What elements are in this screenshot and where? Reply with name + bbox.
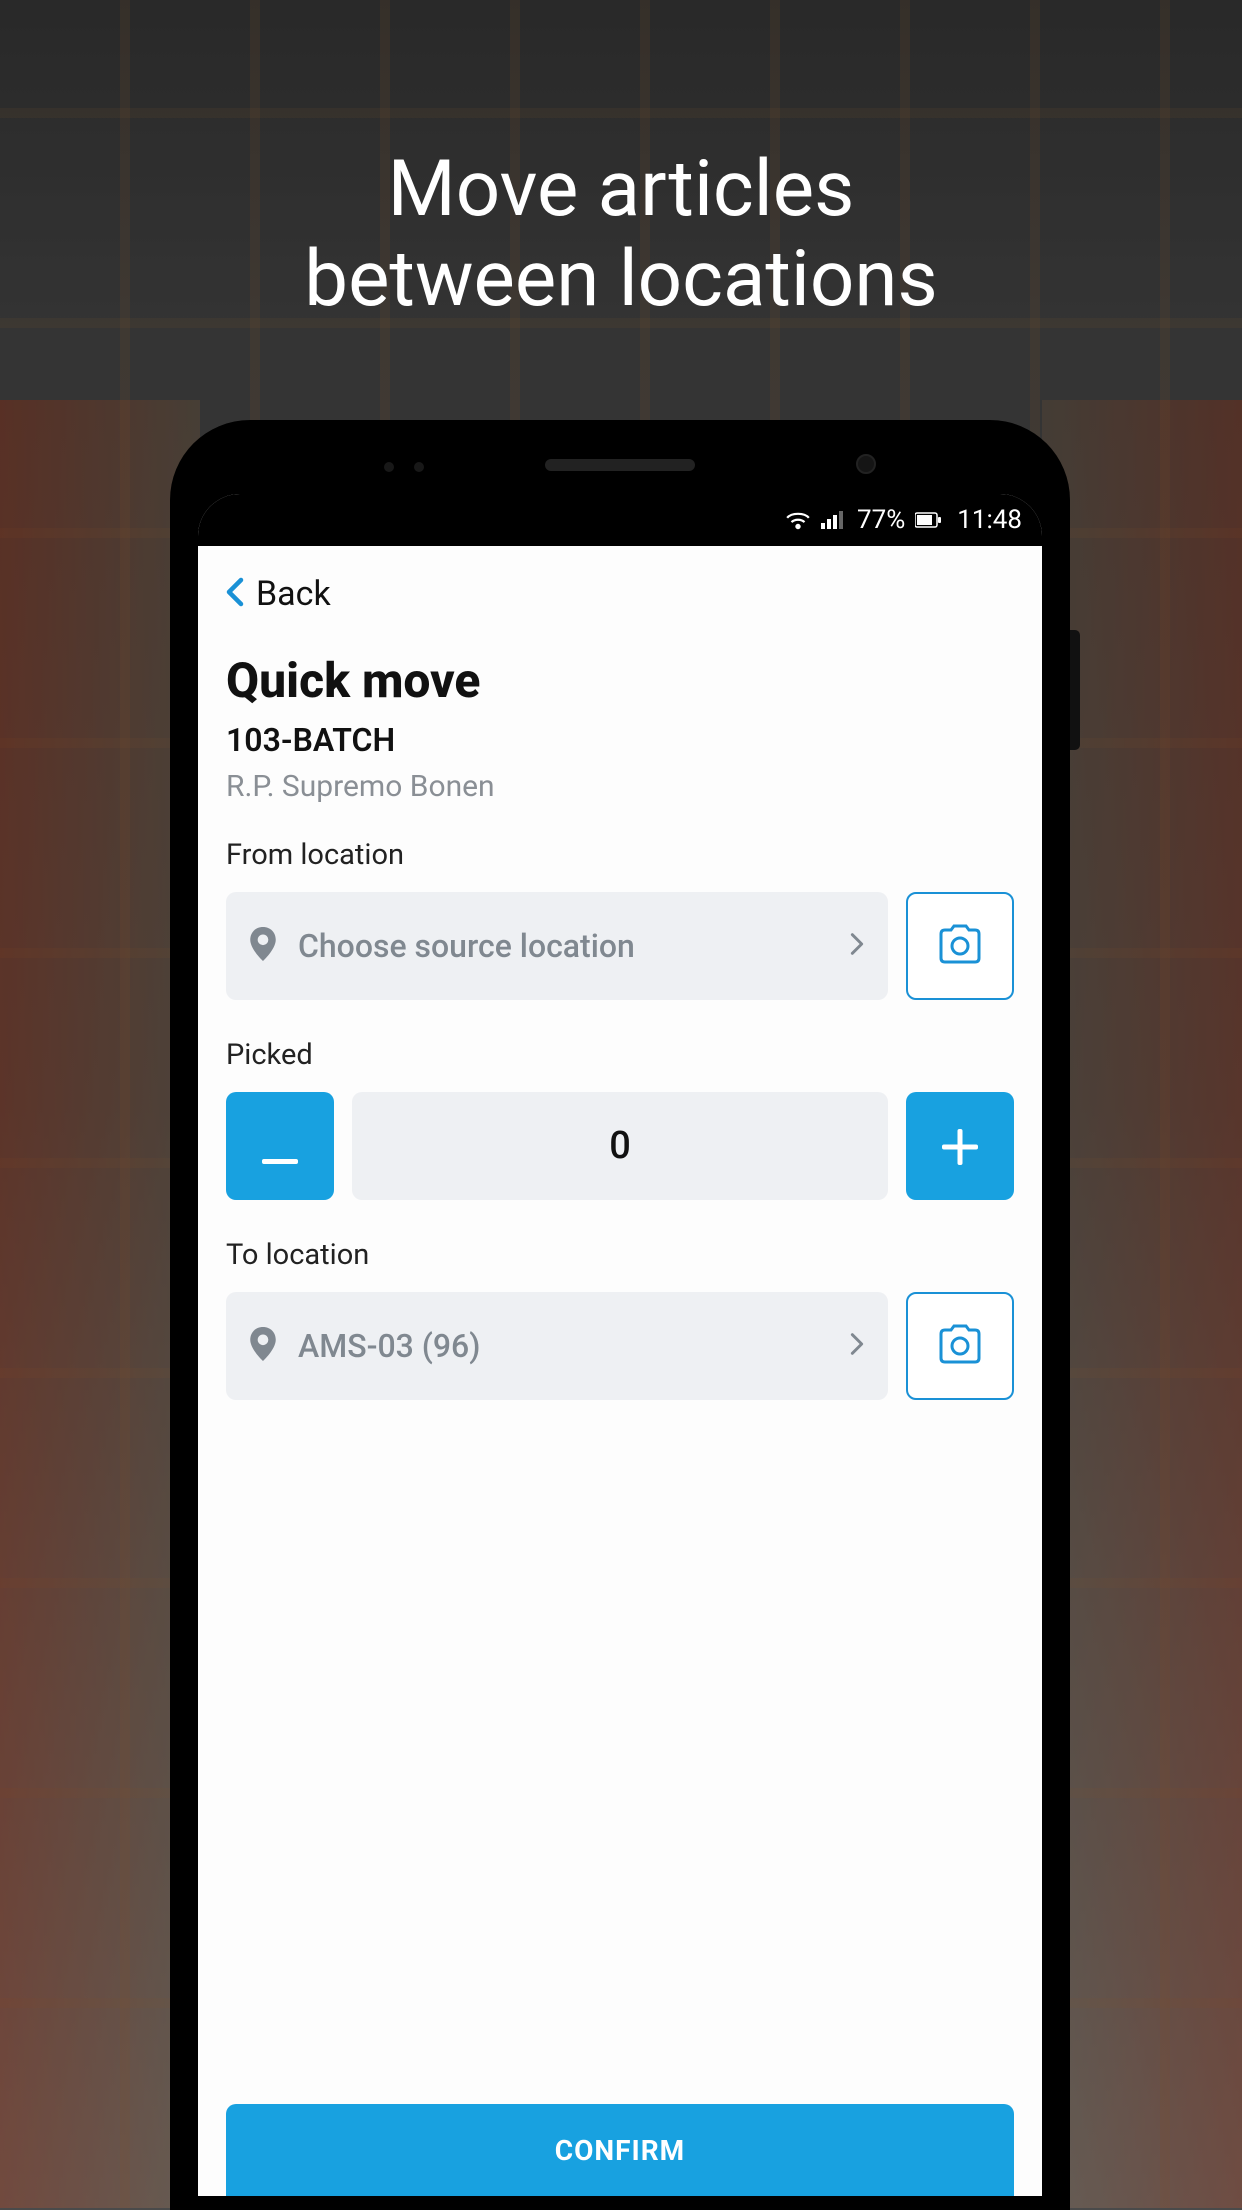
- battery-icon: [915, 512, 941, 528]
- to-location-value: AMS-03 (96): [298, 1327, 850, 1365]
- minus-icon: [262, 1113, 298, 1179]
- picked-label: Picked: [226, 1038, 1014, 1072]
- decrement-button[interactable]: [226, 1092, 334, 1200]
- chevron-right-icon: [850, 1332, 864, 1360]
- promo-line-1: Move articles: [388, 144, 855, 235]
- pin-icon: [250, 927, 276, 965]
- signal-icon: [821, 511, 843, 529]
- scan-from-location-button[interactable]: [906, 892, 1014, 1000]
- increment-button[interactable]: [906, 1092, 1014, 1200]
- promo-headline: Move articles between locations: [0, 145, 1242, 324]
- wifi-icon: [785, 510, 811, 530]
- plus-icon: [942, 1113, 978, 1179]
- app-screen: 77% 11:48: [198, 494, 1042, 2196]
- confirm-button[interactable]: CONFIRM: [226, 2104, 1014, 2196]
- from-location-select[interactable]: Choose source location: [226, 892, 888, 1000]
- scan-to-location-button[interactable]: [906, 1292, 1014, 1400]
- camera-icon: [937, 1324, 983, 1368]
- quantity-value[interactable]: 0: [352, 1092, 888, 1200]
- item-name: R.P. Supremo Bonen: [226, 769, 1014, 804]
- status-bar: 77% 11:48: [198, 494, 1042, 546]
- from-location-label: From location: [226, 838, 1014, 872]
- quantity-stepper: 0: [226, 1092, 1014, 1200]
- chevron-right-icon: [850, 932, 864, 960]
- back-label: Back: [256, 574, 331, 614]
- confirm-label: CONFIRM: [555, 2134, 685, 2167]
- batch-id: 103-BATCH: [226, 721, 1014, 759]
- battery-percentage: 77%: [857, 505, 905, 535]
- to-location-select[interactable]: AMS-03 (96): [226, 1292, 888, 1400]
- page-title: Quick move: [226, 652, 1014, 709]
- promo-line-2: between locations: [304, 234, 937, 325]
- pin-icon: [250, 1327, 276, 1365]
- camera-icon: [937, 924, 983, 968]
- to-location-label: To location: [226, 1238, 1014, 1272]
- status-time: 11:48: [957, 505, 1022, 535]
- from-location-placeholder: Choose source location: [298, 927, 850, 965]
- chevron-left-icon: [226, 577, 244, 611]
- back-button[interactable]: Back: [226, 574, 1014, 614]
- phone-device-frame: 77% 11:48: [170, 420, 1070, 2210]
